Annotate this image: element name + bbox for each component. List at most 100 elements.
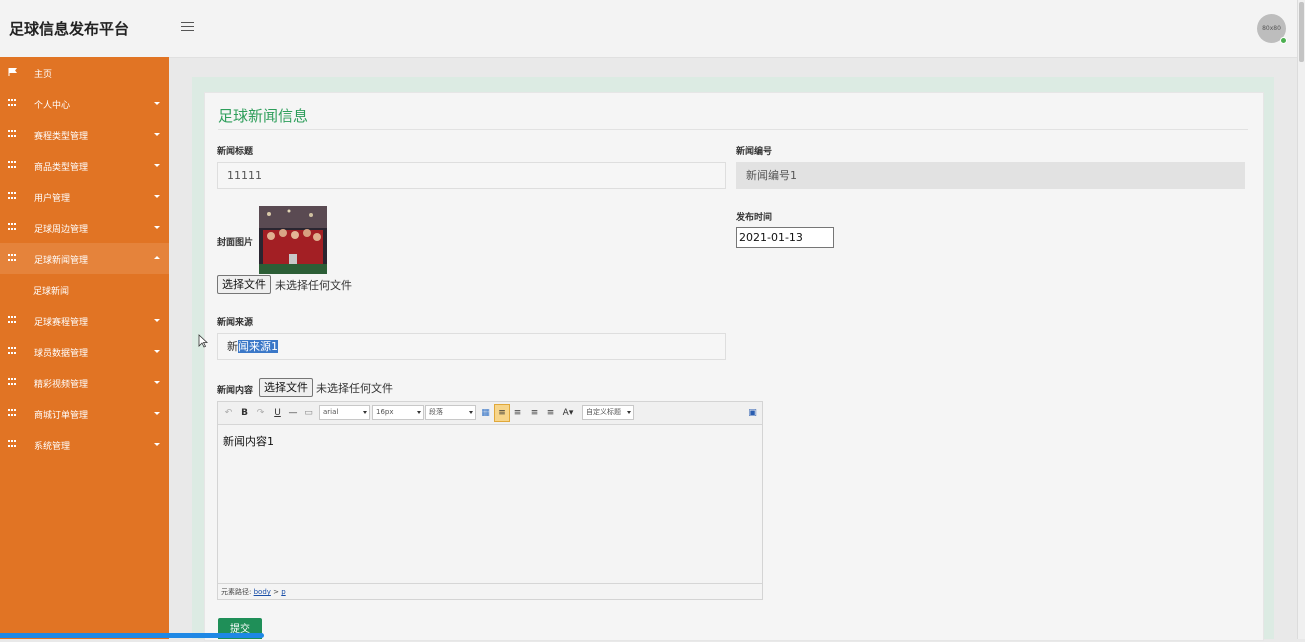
content-no-file-text: 未选择任何文件 — [316, 382, 393, 395]
cover-image — [259, 206, 327, 274]
caret-down-icon — [154, 319, 160, 322]
source-text-prefix: 新 — [227, 340, 238, 353]
grid-icon — [8, 99, 17, 107]
publish-time-label: 发布时间 — [736, 213, 773, 223]
caret-up-icon — [154, 256, 160, 259]
font-family-value: arial — [323, 408, 339, 416]
table-icon[interactable]: ▦ — [480, 406, 491, 420]
cover-choose-file-button[interactable]: 选择文件 — [217, 275, 271, 294]
caret-down-icon — [154, 443, 160, 446]
grid-icon — [8, 130, 17, 138]
page-title: 足球新闻信息 — [218, 107, 309, 125]
sidebar-item-label: 商城订单管理 — [34, 411, 89, 421]
sidebar-item-label: 商品类型管理 — [34, 163, 89, 173]
caret-down-icon — [154, 381, 160, 384]
news-no-input[interactable]: 新闻编号1 — [736, 162, 1245, 189]
source-text-selected: 闻来源1 — [238, 340, 278, 353]
grid-icon — [8, 378, 17, 386]
sidebar-item-label: 系统管理 — [34, 442, 71, 452]
sidebar-item-system[interactable]: 系统管理 — [0, 429, 169, 460]
font-family-select[interactable]: arial — [319, 405, 370, 420]
page-scrollbar[interactable] — [1297, 0, 1305, 639]
cover-no-file-text: 未选择任何文件 — [275, 279, 352, 292]
news-title-input[interactable]: 11111 — [217, 162, 726, 189]
sidebar-item-news-management[interactable]: 足球新闻管理 — [0, 243, 169, 274]
custom-title-select[interactable]: 自定义标题 — [582, 405, 634, 420]
editor-statusbar: 元素路径: body > p — [218, 583, 762, 599]
bold-icon[interactable]: B — [240, 406, 249, 420]
font-size-select[interactable]: 16px — [372, 405, 424, 420]
grid-icon — [8, 254, 17, 262]
align-left-icon[interactable]: ≡ — [494, 404, 510, 422]
sidebar-item-match-schedule[interactable]: 足球赛程管理 — [0, 305, 169, 336]
sidebar-item-videos[interactable]: 精彩视频管理 — [0, 367, 169, 398]
caret-down-icon — [154, 412, 160, 415]
publish-time-input[interactable]: 2021-01-13 — [736, 227, 834, 248]
sidebar-item-product-type[interactable]: 商品类型管理 — [0, 150, 169, 181]
font-size-value: 16px — [376, 408, 394, 416]
editor-content[interactable]: 新闻内容1 — [223, 433, 274, 449]
sidebar-subitem-news[interactable]: 足球新闻 — [0, 274, 169, 305]
sidebar-item-label: 精彩视频管理 — [34, 380, 89, 390]
custom-title-value: 自定义标题 — [586, 408, 621, 416]
grid-icon — [8, 409, 17, 417]
underline-icon[interactable]: U — [273, 406, 282, 420]
content-label: 新闻内容 — [217, 386, 254, 396]
caret-down-icon — [154, 350, 160, 353]
paragraph-value: 段落 — [429, 408, 443, 416]
content-choose-file-button[interactable]: 选择文件 — [259, 378, 313, 397]
news-no-label: 新闻编号 — [736, 147, 773, 157]
paste-icon[interactable]: ▭ — [304, 406, 313, 420]
sidebar-item-merch[interactable]: 足球周边管理 — [0, 212, 169, 243]
mouse-cursor-icon — [198, 334, 208, 348]
sidebar-item-label: 足球新闻管理 — [34, 256, 89, 266]
path-p-link[interactable]: p — [281, 588, 285, 596]
top-header: 足球信息发布平台 — [0, 0, 1298, 58]
sidebar-item-label: 球员数据管理 — [34, 349, 89, 359]
redo-icon[interactable]: ↷ — [256, 406, 265, 420]
sidebar-item-users[interactable]: 用户管理 — [0, 181, 169, 212]
cover-label: 封面图片 — [217, 238, 254, 248]
sidebar-item-home[interactable]: 主页 — [0, 57, 169, 88]
align-right-icon[interactable]: ≡ — [512, 406, 523, 420]
grid-icon — [8, 192, 17, 200]
source-label: 新闻来源 — [217, 318, 254, 328]
news-title-label: 新闻标题 — [217, 147, 254, 157]
title-divider — [218, 129, 1248, 130]
paragraph-select[interactable]: 段落 — [425, 405, 476, 420]
menu-toggle-icon[interactable] — [181, 22, 194, 33]
fullscreen-icon[interactable]: ▣ — [747, 406, 758, 420]
loading-progress-bar — [0, 633, 264, 638]
sidebar-item-label: 赛程类型管理 — [34, 132, 89, 142]
font-color-icon[interactable]: A▾ — [561, 406, 575, 420]
caret-down-icon — [154, 133, 160, 136]
sidebar-item-label: 用户管理 — [34, 194, 71, 204]
sidebar-item-personal-center[interactable]: 个人中心 — [0, 88, 169, 119]
rich-text-editor: ↶ B ↷ U — ▭ arial 16px 段落 ▦ ≡ ≡ ≡ ≡ A▾ 自… — [217, 401, 763, 600]
sidebar-item-schedule-type[interactable]: 赛程类型管理 — [0, 119, 169, 150]
sidebar-item-orders[interactable]: 商城订单管理 — [0, 398, 169, 429]
grid-icon — [8, 347, 17, 355]
caret-down-icon — [154, 195, 160, 198]
online-status-dot — [1280, 37, 1287, 44]
grid-icon — [8, 440, 17, 448]
element-path-label: 元素路径: — [221, 588, 252, 596]
caret-down-icon — [154, 102, 160, 105]
scrollbar-thumb[interactable] — [1299, 2, 1304, 62]
undo-icon[interactable]: ↶ — [224, 406, 233, 420]
grid-icon — [8, 316, 17, 324]
align-center-icon[interactable]: ≡ — [529, 406, 540, 420]
path-body-link[interactable]: body — [254, 588, 271, 596]
path-separator: > — [273, 588, 280, 596]
align-justify-icon[interactable]: ≡ — [545, 406, 556, 420]
editor-toolbar: ↶ B ↷ U — ▭ arial 16px 段落 ▦ ≡ ≡ ≡ ≡ A▾ 自… — [218, 402, 762, 425]
sidebar: 主页 个人中心 赛程类型管理 商品类型管理 用户管理 足球周边管理 足球新闻管理… — [0, 57, 169, 639]
grid-icon — [8, 223, 17, 231]
caret-down-icon — [154, 226, 160, 229]
sidebar-item-player-data[interactable]: 球员数据管理 — [0, 336, 169, 367]
source-input[interactable]: 新闻来源1 — [217, 333, 726, 360]
sidebar-item-label: 足球赛程管理 — [34, 318, 89, 328]
sidebar-item-label: 足球周边管理 — [34, 225, 89, 235]
sidebar-item-label: 个人中心 — [34, 101, 71, 111]
horizontal-rule-icon[interactable]: — — [288, 406, 298, 420]
